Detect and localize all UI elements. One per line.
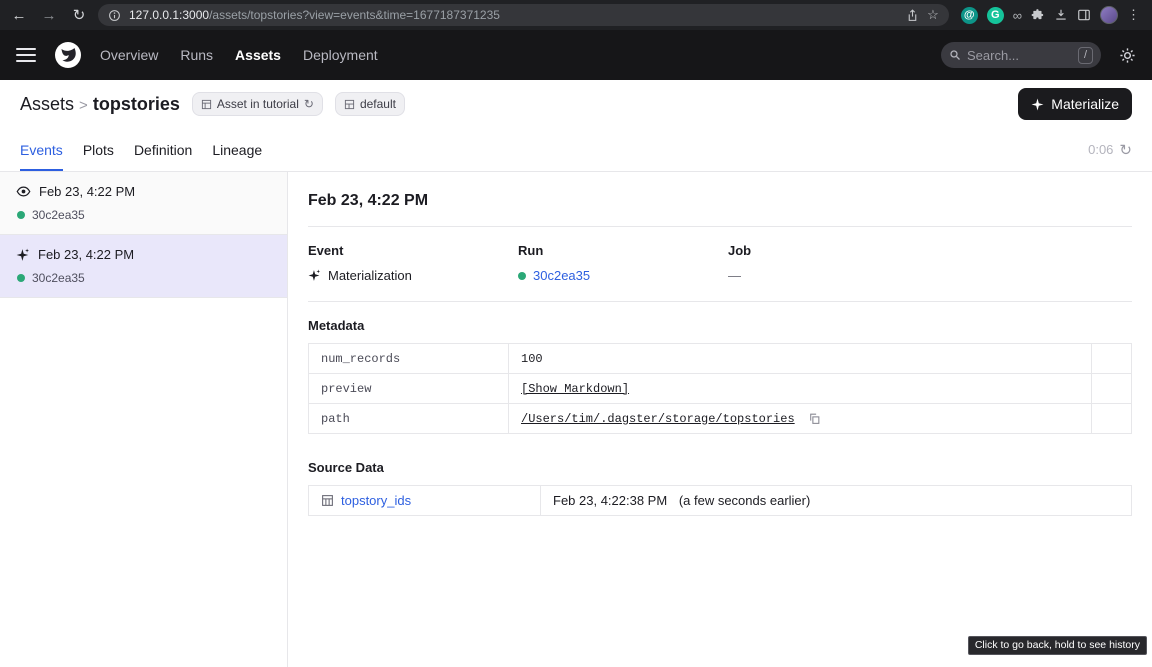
primary-nav: Overview Runs Assets Deployment bbox=[100, 47, 378, 63]
sparkle-icon bbox=[1031, 98, 1044, 111]
extensions-puzzle-icon[interactable] bbox=[1031, 8, 1045, 22]
source-timestamp-note: (a few seconds earlier) bbox=[679, 493, 811, 508]
search-shortcut-key: / bbox=[1078, 47, 1093, 64]
global-search[interactable]: / bbox=[941, 42, 1101, 68]
metadata-heading: Metadata bbox=[308, 318, 1132, 333]
table-row: topstory_ids Feb 23, 4:22:38 PM (a few s… bbox=[309, 486, 1132, 516]
downloads-icon[interactable] bbox=[1054, 8, 1068, 22]
asset-header: Assets > topstories Asset in tutorial ↻ … bbox=[0, 80, 1152, 128]
reload-button[interactable]: ↻ bbox=[68, 4, 90, 26]
run-status-dot bbox=[17, 211, 25, 219]
run-status-dot bbox=[518, 272, 526, 280]
breadcrumb: Assets > topstories bbox=[20, 94, 180, 115]
tab-definition[interactable]: Definition bbox=[134, 128, 192, 171]
metadata-key: preview bbox=[309, 374, 509, 404]
nav-item-deployment[interactable]: Deployment bbox=[303, 47, 378, 63]
metadata-key: path bbox=[309, 404, 509, 434]
side-panel-icon[interactable] bbox=[1077, 8, 1091, 22]
run-column-label: Run bbox=[518, 243, 728, 258]
search-input[interactable] bbox=[967, 48, 1057, 63]
source-timestamp: Feb 23, 4:22:38 PM bbox=[553, 493, 667, 508]
tab-events[interactable]: Events bbox=[20, 128, 63, 171]
breadcrumb-assets-link[interactable]: Assets bbox=[20, 94, 74, 114]
nav-item-assets[interactable]: Assets bbox=[235, 47, 281, 63]
app-navbar: Overview Runs Assets Deployment / bbox=[0, 30, 1152, 80]
browser-extensions: @ G ∞ ⋮ bbox=[957, 6, 1144, 24]
materialize-button[interactable]: Materialize bbox=[1018, 88, 1132, 120]
tab-plots[interactable]: Plots bbox=[83, 128, 114, 171]
tag-group-label: default bbox=[360, 97, 396, 111]
bookmark-star-icon[interactable]: ☆ bbox=[927, 7, 939, 23]
grammarly-icon[interactable]: G bbox=[987, 7, 1004, 24]
event-list-item-observation[interactable]: Feb 23, 4:22 PM 30c2ea35 bbox=[0, 172, 287, 235]
tab-lineage[interactable]: Lineage bbox=[212, 128, 262, 171]
asset-tabs: Events Plots Definition Lineage 0:06 ↻ bbox=[0, 128, 1152, 172]
url-text: 127.0.0.1:3000/assets/topstories?view=ev… bbox=[129, 8, 898, 22]
metadata-key: num_records bbox=[309, 344, 509, 374]
observation-eye-icon bbox=[16, 184, 31, 199]
event-detail-title: Feb 23, 4:22 PM bbox=[308, 192, 1132, 210]
job-value: — bbox=[728, 268, 741, 283]
event-list-item-materialization[interactable]: Feb 23, 4:22 PM 30c2ea35 bbox=[0, 235, 287, 298]
infinity-extension-icon[interactable]: ∞ bbox=[1013, 8, 1022, 23]
refresh-icon[interactable]: ↻ bbox=[1119, 141, 1132, 159]
metadata-value: 100 bbox=[509, 344, 1092, 374]
back-history-tooltip: Click to go back, hold to see history bbox=[968, 636, 1147, 655]
metadata-table: num_records 100 preview [Show Markdown] … bbox=[308, 343, 1132, 434]
copy-path-icon[interactable] bbox=[808, 412, 821, 425]
share-icon[interactable] bbox=[906, 9, 919, 22]
path-link[interactable]: /Users/tim/.dagster/storage/topstories bbox=[521, 412, 795, 426]
browser-menu-icon[interactable]: ⋮ bbox=[1127, 7, 1140, 23]
code-location-icon bbox=[201, 99, 212, 110]
forward-button[interactable]: → bbox=[38, 4, 60, 26]
run-status-dot bbox=[17, 274, 25, 282]
browser-chrome: ← → ↻ 127.0.0.1:3000/assets/topstories?v… bbox=[0, 0, 1152, 30]
at-extension-icon[interactable]: @ bbox=[961, 7, 978, 24]
tag-asset-in-tutorial[interactable]: Asset in tutorial ↻ bbox=[192, 92, 323, 116]
event-run-id[interactable]: 30c2ea35 bbox=[32, 208, 85, 222]
table-row: num_records 100 bbox=[309, 344, 1132, 374]
profile-avatar[interactable] bbox=[1100, 6, 1118, 24]
table-row: preview [Show Markdown] bbox=[309, 374, 1132, 404]
breadcrumb-separator: > bbox=[79, 97, 88, 114]
run-id-link[interactable]: 30c2ea35 bbox=[533, 268, 590, 283]
reload-location-icon[interactable]: ↻ bbox=[304, 97, 314, 111]
asset-name: topstories bbox=[93, 94, 180, 114]
hamburger-menu-icon[interactable] bbox=[16, 48, 36, 62]
event-detail-panel: Feb 23, 4:22 PM Event Materialization Ru… bbox=[288, 172, 1152, 667]
upstream-asset-link[interactable]: topstory_ids bbox=[321, 493, 528, 508]
event-list-sidebar: Feb 23, 4:22 PM 30c2ea35 Feb 23, 4:22 PM bbox=[0, 172, 288, 667]
nav-item-overview[interactable]: Overview bbox=[100, 47, 158, 63]
upstream-asset-name: topstory_ids bbox=[341, 493, 411, 508]
tag-group-default[interactable]: default bbox=[335, 92, 405, 116]
event-time: Feb 23, 4:22 PM bbox=[39, 184, 135, 199]
materialization-sparkle-icon bbox=[16, 248, 30, 262]
table-row: path /Users/tim/.dagster/storage/topstor… bbox=[309, 404, 1132, 434]
event-column-label: Event bbox=[308, 243, 518, 258]
back-button[interactable]: ← bbox=[8, 4, 30, 26]
group-grid-icon bbox=[344, 99, 355, 110]
asset-table-icon bbox=[321, 494, 334, 507]
site-info-icon[interactable] bbox=[108, 9, 121, 22]
event-run-id[interactable]: 30c2ea35 bbox=[32, 271, 85, 285]
refresh-timer: 0:06 bbox=[1088, 142, 1113, 157]
event-type-value: Materialization bbox=[328, 268, 412, 283]
search-icon bbox=[949, 49, 961, 61]
show-markdown-link[interactable]: [Show Markdown] bbox=[521, 382, 629, 396]
materialize-label: Materialize bbox=[1051, 96, 1119, 112]
source-data-heading: Source Data bbox=[308, 460, 1132, 475]
nav-item-runs[interactable]: Runs bbox=[180, 47, 213, 63]
job-column-label: Job bbox=[728, 243, 938, 258]
materialization-sparkle-icon bbox=[308, 269, 321, 282]
event-time: Feb 23, 4:22 PM bbox=[38, 247, 134, 262]
dagster-logo[interactable] bbox=[54, 41, 82, 69]
settings-gear-icon[interactable] bbox=[1119, 47, 1136, 64]
url-bar[interactable]: 127.0.0.1:3000/assets/topstories?view=ev… bbox=[98, 4, 949, 26]
source-data-table: topstory_ids Feb 23, 4:22:38 PM (a few s… bbox=[308, 485, 1132, 516]
tag-tutorial-label: Asset in tutorial bbox=[217, 97, 299, 111]
